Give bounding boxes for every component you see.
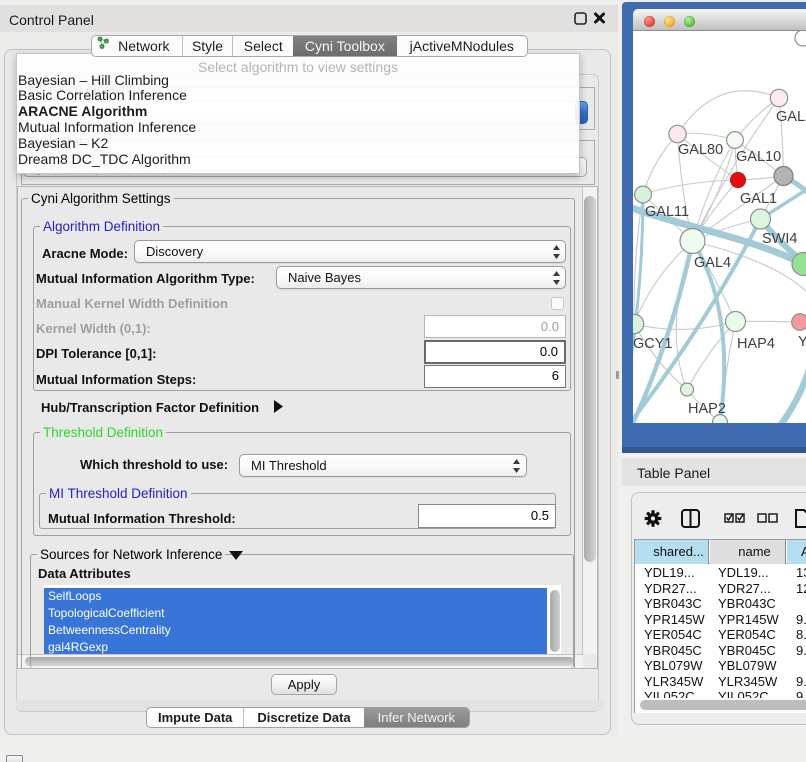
svg-text:GAL1: GAL1: [740, 191, 777, 207]
svg-text:GAL11: GAL11: [645, 204, 689, 220]
svg-text:GAL80: GAL80: [678, 142, 723, 158]
svg-text:HAP4: HAP4: [737, 336, 775, 352]
svg-text:SWI4: SWI4: [762, 231, 797, 247]
svg-text:YJ: YJ: [798, 334, 806, 350]
svg-text:GCY1: GCY1: [633, 336, 673, 352]
svg-text:GAL10: GAL10: [736, 149, 781, 165]
svg-text:GAL2: GAL2: [776, 109, 806, 125]
svg-text:GAL4: GAL4: [694, 255, 731, 271]
svg-text:HAP2: HAP2: [688, 401, 726, 417]
